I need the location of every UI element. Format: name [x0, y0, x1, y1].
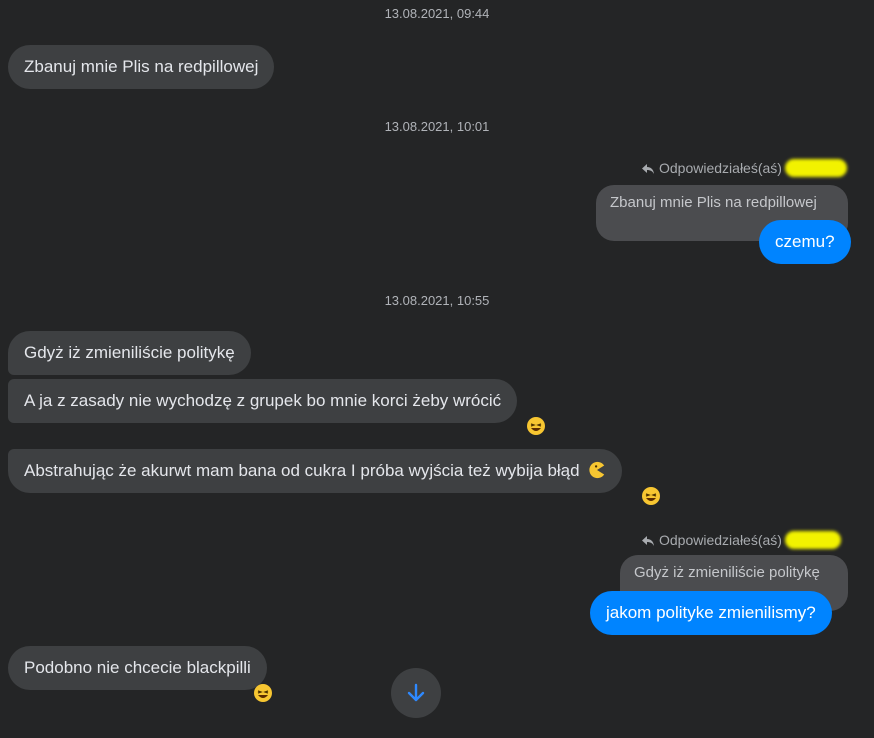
redacted-name: [784, 531, 841, 549]
message-text: czemu?: [775, 232, 835, 251]
redacted-name: [784, 159, 847, 177]
message-text: jakom polityke zmienilismy?: [606, 603, 816, 622]
pacman-emoji-icon: [589, 461, 605, 479]
arrow-down-icon: [407, 683, 425, 702]
message-text: Podobno nie chcecie blackpilli: [24, 658, 251, 677]
timestamp: 13.08.2021, 09:44: [384, 6, 490, 21]
reply-header: Odpowiedziałeś(aś): [641, 159, 847, 177]
message-text: A ja z zasady nie wychodzę z grupek bo m…: [24, 391, 502, 410]
incoming-message[interactable]: Zbanuj mnie Plis na redpillowej: [8, 45, 275, 89]
incoming-message[interactable]: Abstrahując że akurwt mam bana od cukra …: [8, 449, 623, 493]
laughing-emoji-icon[interactable]: [641, 486, 661, 506]
incoming-message[interactable]: Podobno nie chcecie blackpilli: [8, 646, 267, 690]
laughing-emoji-icon[interactable]: [253, 683, 273, 703]
timestamp: 13.08.2021, 10:55: [384, 293, 490, 308]
reply-header: Odpowiedziałeś(aś): [641, 531, 841, 549]
timestamp: 13.08.2021, 10:01: [384, 119, 490, 134]
scroll-to-bottom-button[interactable]: [391, 668, 441, 718]
incoming-message[interactable]: A ja z zasady nie wychodzę z grupek bo m…: [8, 379, 518, 423]
reply-label: Odpowiedziałeś(aś): [659, 160, 782, 176]
outgoing-message[interactable]: jakom polityke zmienilismy?: [590, 591, 832, 635]
reply-label: Odpowiedziałeś(aś): [659, 532, 782, 548]
reply-arrow-icon: [642, 536, 654, 546]
laughing-emoji-icon[interactable]: [526, 416, 546, 436]
quoted-text: Gdyż iż zmieniliście politykę: [634, 564, 820, 581]
reply-arrow-icon: [642, 164, 654, 174]
message-text: Zbanuj mnie Plis na redpillowej: [24, 57, 259, 76]
message-text: Gdyż iż zmieniliście politykę: [24, 343, 235, 362]
outgoing-message[interactable]: czemu?: [759, 220, 851, 264]
incoming-message[interactable]: Gdyż iż zmieniliście politykę: [8, 331, 251, 375]
quoted-text: Zbanuj mnie Plis na redpillowej: [610, 194, 817, 211]
message-text: Abstrahując że akurwt mam bana od cukra …: [24, 461, 580, 480]
